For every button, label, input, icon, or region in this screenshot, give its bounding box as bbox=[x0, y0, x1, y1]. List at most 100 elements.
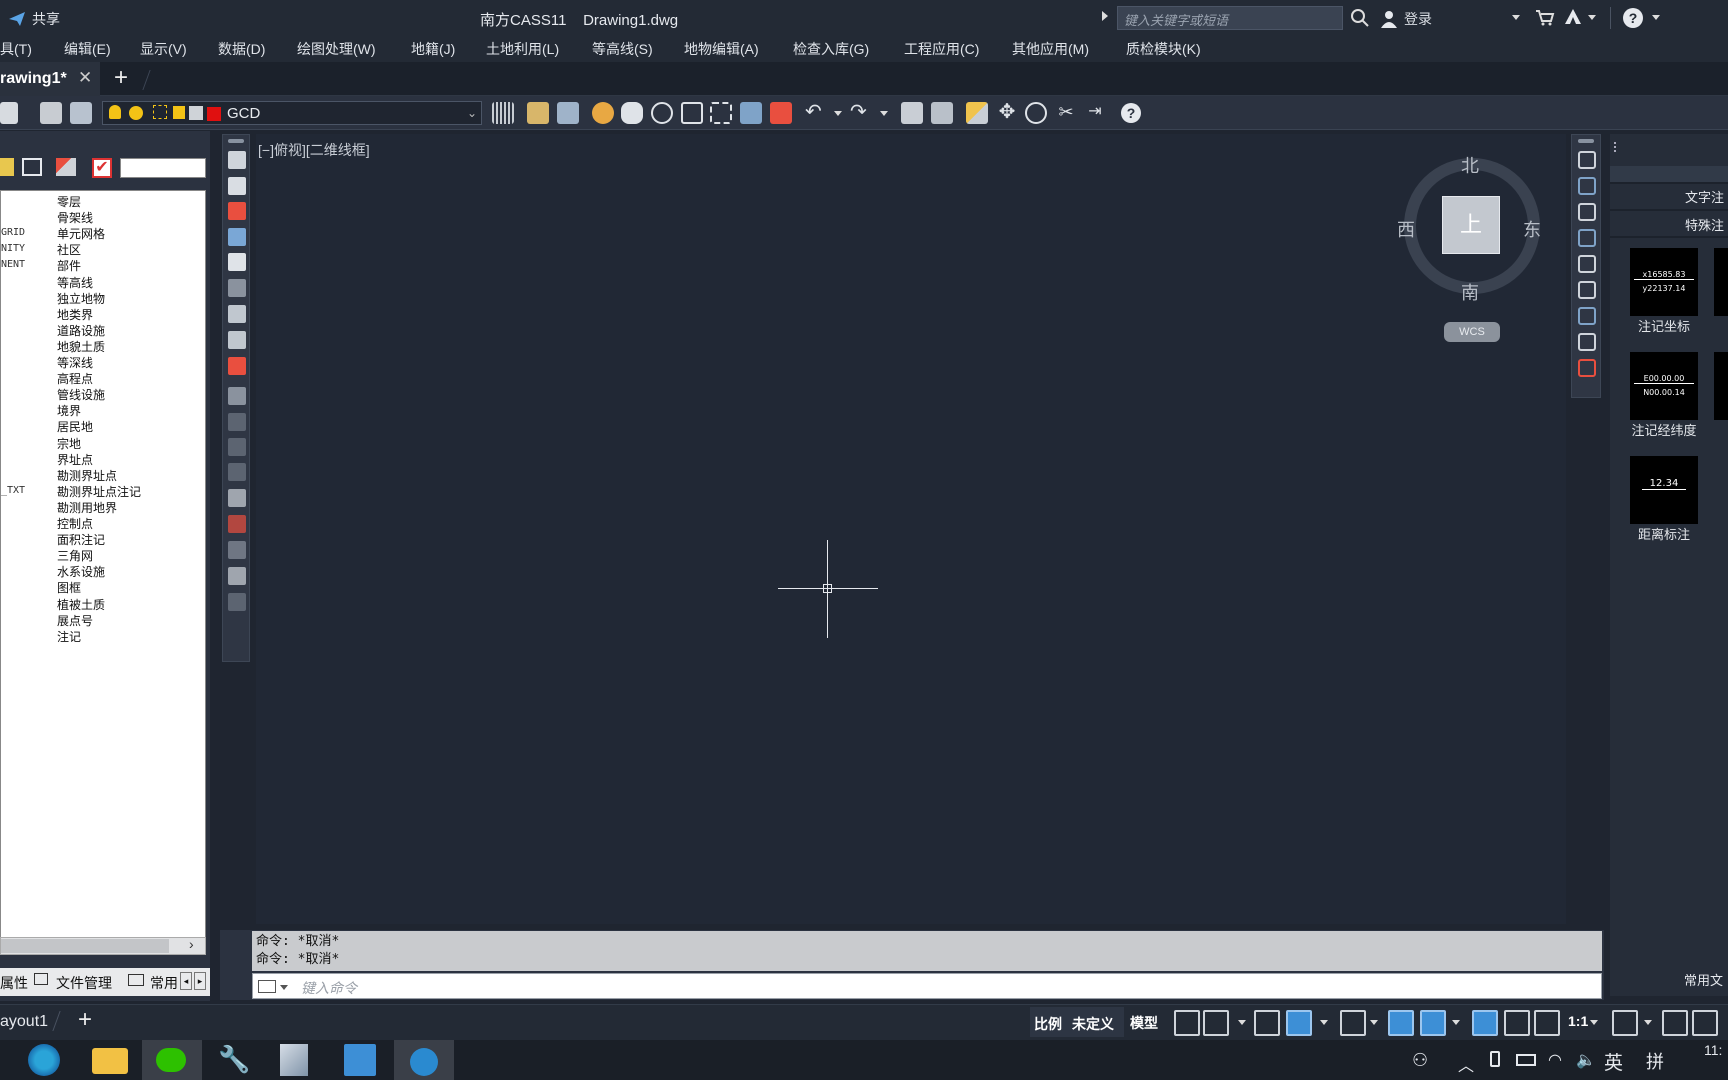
tools-icon[interactable]: 🔧 bbox=[218, 1044, 254, 1076]
layer-match-icon[interactable] bbox=[56, 158, 76, 176]
isometric-icon[interactable] bbox=[1340, 1010, 1366, 1036]
palette-bottom-tab[interactable]: 常用文 bbox=[1684, 970, 1723, 989]
menu-engineering[interactable]: 工程应用(C) bbox=[904, 36, 979, 62]
snap-dropdown-icon[interactable] bbox=[1238, 1020, 1246, 1025]
zoom-extent-icon[interactable] bbox=[1578, 307, 1596, 325]
erase-icon[interactable] bbox=[1578, 359, 1596, 377]
login-button[interactable]: 登录 bbox=[1380, 9, 1432, 29]
layer-list-item[interactable]: 展点号 bbox=[57, 612, 93, 629]
layer-list-item[interactable]: 道路设施 bbox=[57, 322, 105, 339]
curve-icon[interactable] bbox=[1578, 255, 1596, 273]
layer-list-item[interactable]: 骨架线 bbox=[57, 209, 93, 226]
grid-icon[interactable] bbox=[228, 279, 246, 297]
command-recent-icon[interactable] bbox=[258, 980, 276, 993]
undo-dropdown-icon[interactable] bbox=[834, 111, 842, 116]
layer-list-item[interactable]: 高程点 bbox=[57, 370, 93, 387]
label-distance[interactable]: 距离标注 bbox=[1624, 524, 1704, 543]
layer-list-item[interactable]: 图框 bbox=[57, 579, 81, 596]
snap-mode-icon[interactable] bbox=[1203, 1010, 1229, 1036]
menu-view[interactable]: 显示(V) bbox=[140, 36, 187, 62]
layer-check-icon[interactable]: ✔ bbox=[92, 158, 112, 178]
thumb-partial[interactable] bbox=[1714, 352, 1728, 420]
input-language[interactable]: 英 bbox=[1604, 1048, 1623, 1075]
cart-icon[interactable] bbox=[1535, 9, 1555, 27]
layer-list-item[interactable]: 勘测用地界 bbox=[57, 499, 117, 516]
menu-check[interactable]: 检查入库(G) bbox=[793, 36, 869, 62]
workspace-gear-icon[interactable] bbox=[1612, 1010, 1638, 1036]
edit-pline-icon[interactable] bbox=[1578, 203, 1596, 221]
camera-icon[interactable] bbox=[228, 253, 246, 271]
layer-stack-icon[interactable] bbox=[70, 102, 92, 124]
layer-list-item[interactable]: 宗地 bbox=[57, 435, 81, 452]
layer-state-icon[interactable] bbox=[0, 102, 18, 124]
edge-icon[interactable] bbox=[28, 1044, 60, 1076]
layer-list-item[interactable]: 等高线 bbox=[57, 274, 93, 291]
people-icon[interactable]: ⚇ bbox=[1412, 1050, 1428, 1071]
tab-prev-icon[interactable]: ◂ bbox=[180, 972, 192, 990]
polar-tracking-icon[interactable] bbox=[1286, 1010, 1312, 1036]
zoom-icon[interactable] bbox=[651, 102, 673, 124]
viewport-icon[interactable] bbox=[1578, 333, 1596, 351]
customize-plus-icon[interactable] bbox=[1662, 1010, 1688, 1036]
layer-dropdown[interactable]: GCD ⌄ bbox=[102, 101, 482, 125]
layer-list-item[interactable]: 境界 bbox=[57, 402, 81, 419]
layer-list-item[interactable]: 控制点 bbox=[57, 515, 93, 532]
zoom-extents-icon[interactable] bbox=[710, 102, 732, 124]
thumb-partial[interactable] bbox=[1714, 248, 1728, 316]
dimension-icon[interactable] bbox=[228, 593, 246, 611]
new-tab-button[interactable]: + bbox=[114, 64, 128, 92]
label-coordinate[interactable]: 注记坐标 bbox=[1624, 316, 1704, 335]
scrollbar-thumb[interactable] bbox=[1, 939, 169, 953]
open-icon[interactable] bbox=[527, 102, 549, 124]
line-tool-icon[interactable] bbox=[228, 567, 246, 585]
move-icon[interactable]: ✥ bbox=[996, 102, 1018, 124]
isolate-icon[interactable] bbox=[1692, 1010, 1718, 1036]
command-input[interactable]: 键入命令 bbox=[252, 973, 1602, 999]
expand-arrow-icon[interactable] bbox=[1102, 11, 1108, 21]
layer-list-item[interactable]: 勘测界址点注记 bbox=[57, 483, 141, 500]
connect-icon[interactable] bbox=[1578, 229, 1596, 247]
palette-tab-special[interactable]: 特殊注 bbox=[1685, 215, 1724, 234]
points-icon[interactable] bbox=[228, 228, 246, 246]
tab-file-manager[interactable]: 文件管理 bbox=[56, 973, 112, 993]
layout-tab[interactable]: ayout1 bbox=[0, 1013, 48, 1031]
viewcube-top-face[interactable]: 上 bbox=[1442, 196, 1500, 254]
tray-expand-icon[interactable]: ︿ bbox=[1458, 1052, 1474, 1076]
pan-hand-icon[interactable] bbox=[621, 102, 643, 124]
menu-draw[interactable]: 绘图处理(W) bbox=[297, 36, 376, 62]
close-icon[interactable]: ✕ bbox=[78, 68, 92, 88]
folder-app-icon[interactable] bbox=[344, 1044, 376, 1076]
layer-list-item[interactable]: 独立地物 bbox=[57, 290, 105, 307]
link-icon[interactable] bbox=[228, 489, 246, 507]
eraser-icon[interactable] bbox=[592, 102, 614, 124]
dot-line-icon[interactable] bbox=[228, 463, 246, 481]
tab-next-icon[interactable]: ▸ bbox=[194, 972, 206, 990]
properties-icon[interactable] bbox=[770, 102, 792, 124]
layer-list-item[interactable]: 面积注记 bbox=[57, 531, 105, 548]
layer-list-item[interactable]: 居民地 bbox=[57, 418, 93, 435]
annotation-visibility-icon[interactable] bbox=[1472, 1010, 1498, 1036]
print-icon[interactable] bbox=[901, 102, 923, 124]
menu-tools[interactable]: 具(T) bbox=[0, 36, 32, 62]
table-icon[interactable] bbox=[228, 305, 246, 323]
file-explorer-icon[interactable] bbox=[92, 1048, 128, 1074]
layers-icon[interactable] bbox=[1578, 151, 1596, 169]
layer-list-item[interactable]: 单元网格 bbox=[57, 225, 105, 242]
menu-feature-edit[interactable]: 地物编辑(A) bbox=[684, 36, 759, 62]
horizontal-scrollbar[interactable]: › bbox=[0, 936, 206, 955]
layer-bulb-icon[interactable] bbox=[0, 158, 14, 176]
save-icon[interactable] bbox=[557, 102, 579, 124]
grip-icon[interactable] bbox=[228, 139, 244, 143]
bar-chart-icon[interactable] bbox=[228, 515, 246, 533]
scroll-right-icon[interactable]: › bbox=[189, 936, 194, 952]
help-icon[interactable]: ? bbox=[1120, 102, 1142, 124]
help-icon[interactable]: ? bbox=[1622, 7, 1644, 29]
polar-dropdown-icon[interactable] bbox=[1320, 1020, 1328, 1025]
volume-icon[interactable]: 🔈 bbox=[1576, 1050, 1596, 1070]
layer-properties-icon[interactable] bbox=[40, 102, 62, 124]
osnap-dropdown-icon[interactable] bbox=[1452, 1020, 1460, 1025]
copy-icon[interactable] bbox=[1025, 102, 1047, 124]
text-red-icon[interactable] bbox=[228, 202, 246, 220]
tab-properties[interactable]: 属性 bbox=[0, 973, 28, 993]
pencil-icon[interactable] bbox=[966, 102, 988, 124]
